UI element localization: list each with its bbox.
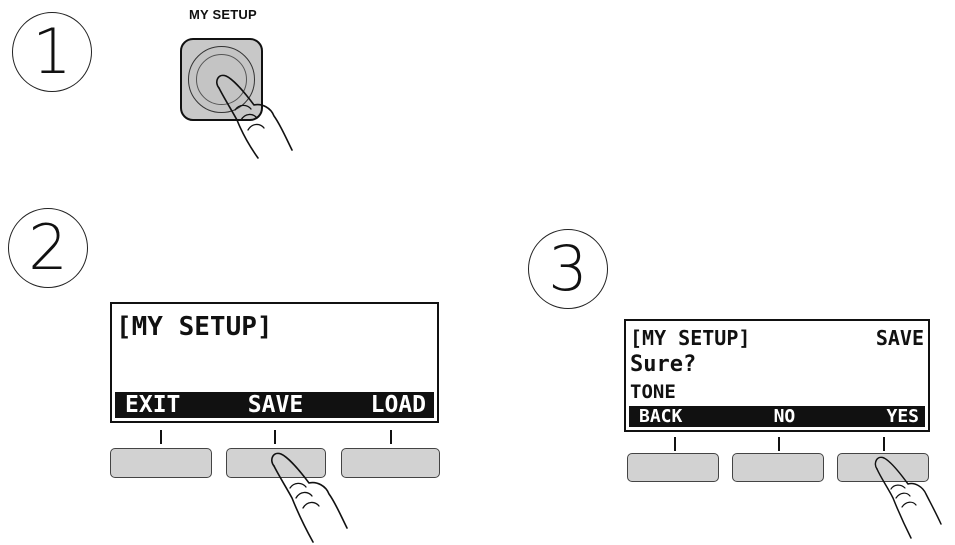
my-setup-caption: MY SETUP <box>189 7 257 22</box>
lcd-confirm-question: Sure? <box>630 352 697 377</box>
pointing-hand-icon <box>216 74 293 159</box>
lcd-confirm-softkey-bar: BACK NO YES <box>629 406 925 427</box>
softkey-tick-5 <box>778 437 780 451</box>
pointing-hand-icon <box>271 452 348 543</box>
step-2-marker: 2 <box>8 208 88 288</box>
lcd-confirm-mode: SAVE <box>875 326 924 350</box>
lcd-label-save: SAVE <box>247 391 304 418</box>
lcd-screen-main: [MY SETUP] EXIT SAVE LOAD <box>110 302 439 423</box>
softkey-no-button[interactable] <box>732 453 824 482</box>
lcd-label-no: NO <box>773 405 796 427</box>
lcd-label-back: BACK <box>639 405 683 427</box>
step-3-marker: 3 <box>528 229 608 309</box>
lcd-screen-confirm: [MY SETUP] SAVE Sure? TONE BACK NO YES <box>624 319 930 432</box>
softkey-tick-1 <box>160 430 162 444</box>
pointing-hand-icon <box>874 456 942 539</box>
lcd-main-softkey-bar: EXIT SAVE LOAD <box>115 392 434 418</box>
step-1-marker: 1 <box>12 12 92 92</box>
lcd-label-load: LOAD <box>370 391 426 418</box>
lcd-confirm-item: TONE <box>630 381 676 403</box>
lcd-label-yes: YES <box>886 405 919 427</box>
softkey-exit-button[interactable] <box>110 448 212 478</box>
softkey-tick-4 <box>674 437 676 451</box>
lcd-confirm-title: [MY SETUP] <box>630 326 751 350</box>
softkey-tick-3 <box>390 430 392 444</box>
lcd-main-title: [MY SETUP] <box>116 312 273 342</box>
lcd-label-exit: EXIT <box>125 391 181 418</box>
step-2-number: 2 <box>28 211 68 284</box>
step-3-number: 3 <box>548 232 588 305</box>
softkey-back-button[interactable] <box>627 453 719 482</box>
step-1-number: 1 <box>32 15 72 88</box>
